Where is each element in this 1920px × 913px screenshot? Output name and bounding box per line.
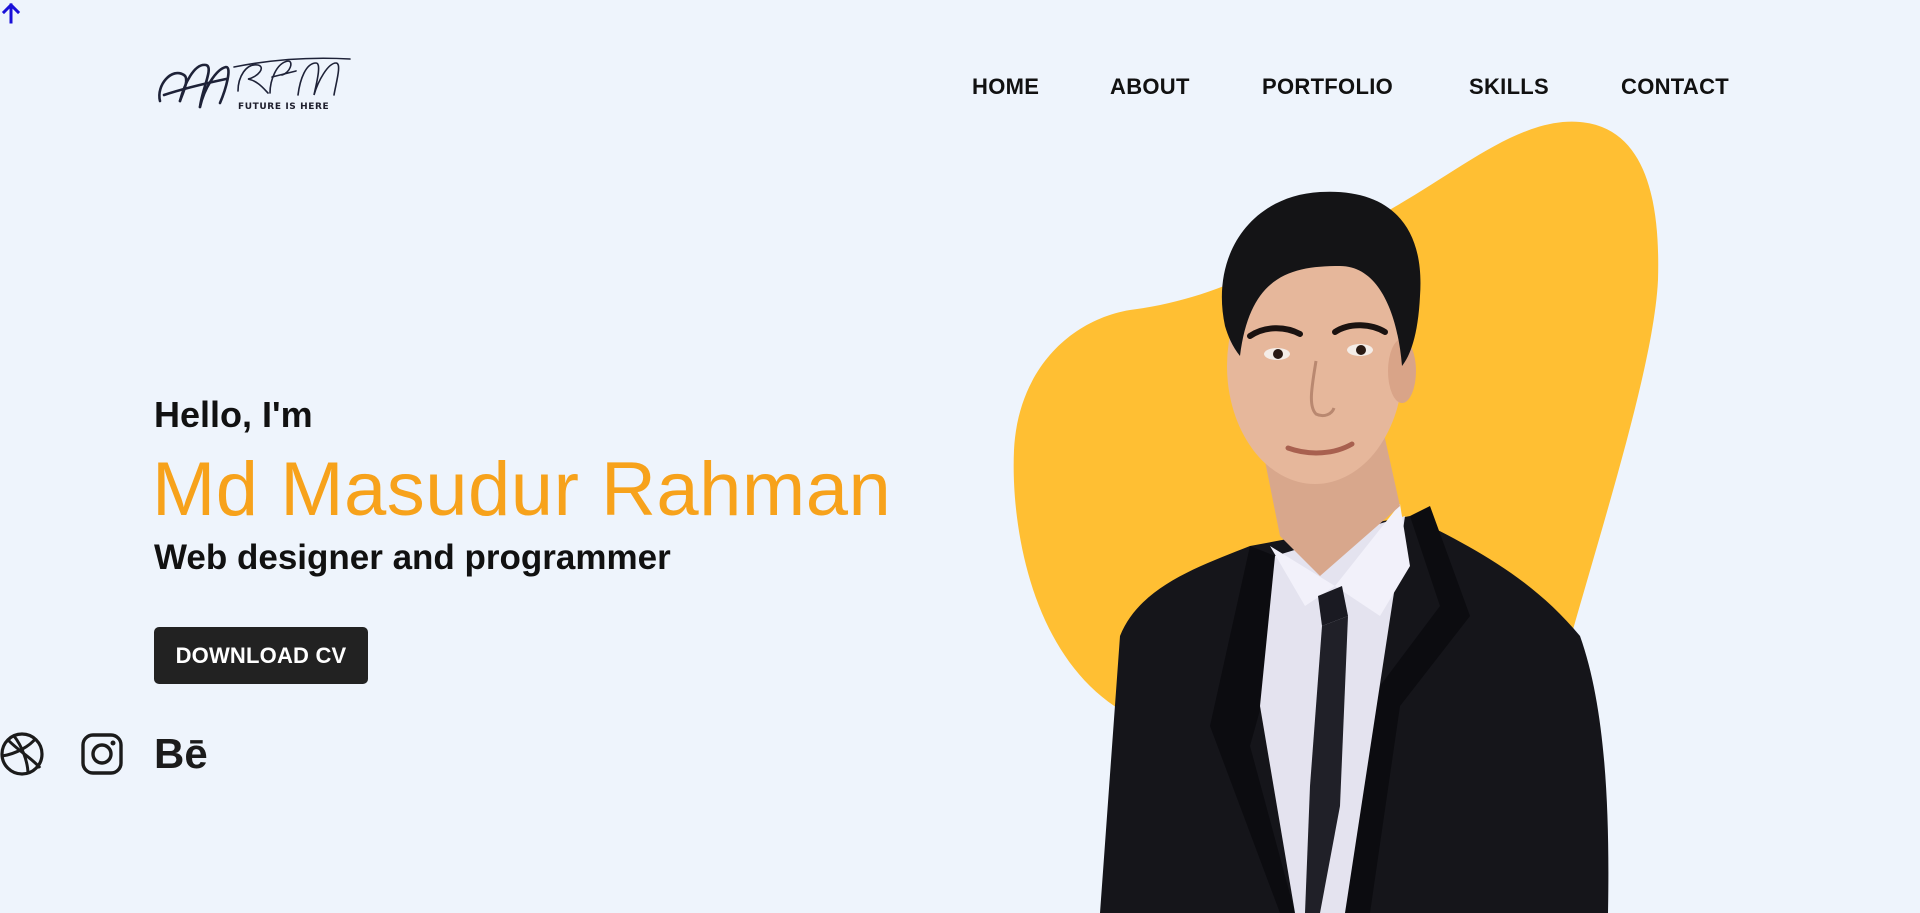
profile-photo (1100, 191, 1609, 913)
logo-monogram (158, 57, 351, 109)
hero-name: Md Masudur Rahman (152, 447, 892, 532)
logo-tagline: FUTURE IS HERE (238, 102, 330, 112)
nav-item-skills[interactable]: SKILLS (1469, 74, 1549, 100)
hero-role: Web designer and programmer (154, 538, 671, 577)
site-logo[interactable]: FUTURE IS HERE (154, 55, 354, 123)
nav-item-about[interactable]: ABOUT (1110, 74, 1190, 100)
scroll-to-top-icon[interactable] (0, 2, 22, 24)
dribbble-icon[interactable] (0, 730, 46, 778)
nav-item-portfolio[interactable]: PORTFOLIO (1262, 74, 1393, 100)
download-cv-button[interactable]: DOWNLOAD CV (154, 627, 368, 684)
hero-greeting: Hello, I'm (154, 394, 313, 435)
instagram-icon[interactable] (80, 730, 124, 778)
nav-item-contact[interactable]: CONTACT (1621, 74, 1729, 100)
page: FUTURE IS HERE HOME ABOUT PORTFOLIO SKIL… (0, 0, 1920, 913)
behance-icon[interactable]: Bē (154, 730, 214, 778)
nav-item-home[interactable]: HOME (972, 74, 1039, 100)
